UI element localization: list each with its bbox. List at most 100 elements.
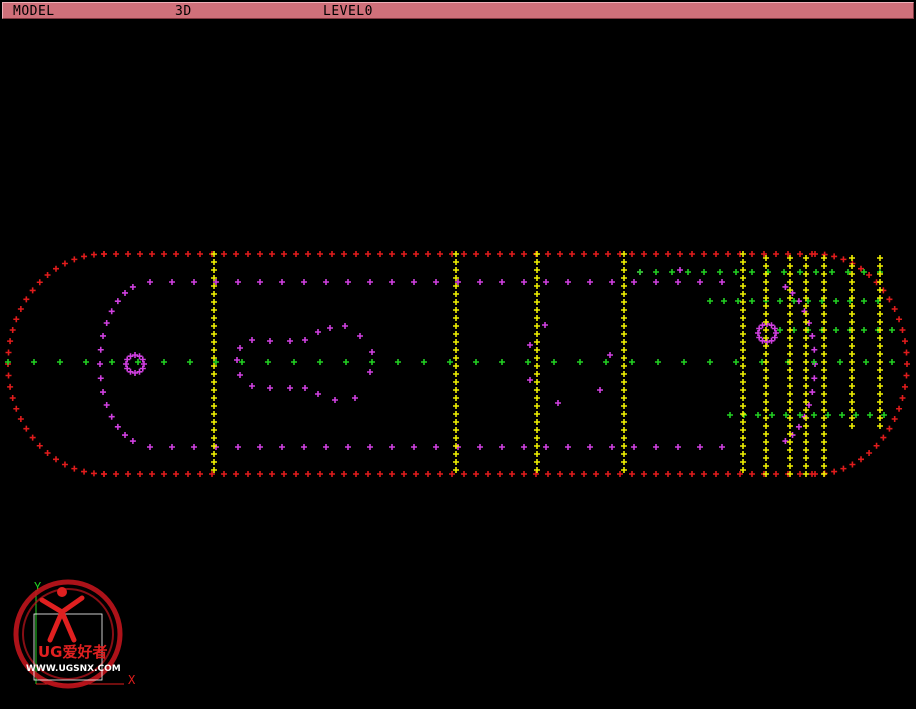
vertical-pass-point [621, 395, 627, 401]
horizontal-pass-point [653, 269, 659, 275]
vertical-pass-point [877, 255, 883, 261]
boundary-point [125, 471, 131, 477]
vertical-pass-point [849, 279, 855, 285]
boundary-point [725, 471, 731, 477]
vertical-pass-point [621, 427, 627, 433]
boundary-point [389, 471, 395, 477]
vertical-pass-point [453, 395, 459, 401]
mode-label: 3D [175, 4, 192, 19]
vertical-pass-point [877, 335, 883, 341]
vertical-pass-point [877, 407, 883, 413]
level-label: LEVEL0 [323, 4, 373, 19]
vertical-pass-point [803, 439, 809, 445]
boundary-point [377, 471, 383, 477]
horizontal-pass-point [717, 269, 723, 275]
vertical-pass-point [534, 251, 540, 257]
boundary-point [629, 471, 635, 477]
graphics-viewport[interactable]: Y X UG爱好者 WWW.UGSNX.COM [0, 22, 916, 709]
horizontal-pass-point [889, 327, 895, 333]
vertical-pass-point [849, 335, 855, 341]
boundary-point [521, 251, 527, 257]
vertical-pass-point [621, 315, 627, 321]
boundary-point [23, 296, 30, 303]
horizontal-pass-point [681, 359, 687, 365]
boundary-point [866, 449, 873, 456]
vertical-pass-point [803, 255, 809, 261]
contour-point [771, 334, 778, 341]
contour-point [675, 444, 681, 450]
boundary-point [749, 471, 755, 477]
contour-point [287, 385, 293, 391]
boundary-point [903, 372, 910, 379]
vertical-pass-point [211, 387, 217, 393]
contour-point [773, 330, 779, 336]
boundary-point [149, 471, 155, 477]
contour-point [237, 345, 243, 351]
boundary-point [9, 327, 16, 334]
horizontal-pass-point [839, 412, 845, 418]
boundary-point [44, 272, 51, 279]
contour-point [389, 279, 395, 285]
horizontal-pass-point [721, 298, 727, 304]
boundary-point [90, 470, 97, 477]
vertical-pass-point [621, 323, 627, 329]
vertical-pass-point [740, 363, 746, 369]
contour-point [352, 395, 358, 401]
contour-point [805, 402, 812, 408]
horizontal-pass-point [629, 359, 635, 365]
vertical-pass-point [453, 331, 459, 337]
vertical-pass-point [534, 291, 540, 297]
boundary-point [891, 306, 898, 312]
vertical-pass-point [740, 411, 746, 417]
contour-point [127, 368, 134, 375]
vertical-pass-point [763, 383, 769, 389]
vertical-pass-point [877, 383, 883, 389]
vertical-pass-point [621, 387, 627, 393]
contour-point [123, 361, 129, 367]
contour-point [389, 444, 395, 450]
vertical-pass-point [621, 403, 627, 409]
vertical-pass-point [763, 311, 769, 317]
vertical-pass-point [453, 387, 459, 393]
boundary-point [341, 471, 347, 477]
boundary-point [521, 471, 527, 477]
vertical-pass-point [821, 447, 827, 453]
horizontal-pass-point [863, 359, 869, 365]
vertical-pass-point [787, 383, 793, 389]
vertical-pass-point [740, 299, 746, 305]
vertical-pass-point [787, 303, 793, 309]
boundary-point [173, 251, 179, 257]
vertical-pass-point [803, 399, 809, 405]
boundary-point [858, 265, 864, 272]
horizontal-pass-point [31, 359, 37, 365]
contour-point [768, 322, 775, 329]
vertical-pass-point [621, 363, 627, 369]
vertical-pass-point [849, 255, 855, 261]
boundary-point [353, 251, 359, 257]
vertical-pass-point [740, 259, 746, 265]
boundary-point [461, 251, 467, 257]
horizontal-pass-point [161, 359, 167, 365]
contour-point [257, 444, 263, 450]
contour-point [411, 279, 417, 285]
vertical-pass-point [621, 371, 627, 377]
horizontal-pass-point [187, 359, 193, 365]
contour-point [543, 279, 549, 285]
boundary-point [389, 251, 395, 257]
boundary-point [7, 383, 14, 390]
horizontal-pass-point [727, 412, 733, 418]
contour-point [677, 267, 683, 273]
vertical-pass-point [763, 375, 769, 381]
vertical-pass-point [740, 275, 746, 281]
boundary-point [831, 253, 838, 260]
horizontal-pass-point [783, 412, 789, 418]
vertical-pass-point [211, 411, 217, 417]
contour-point [302, 337, 308, 343]
boundary-point [36, 279, 43, 286]
boundary-point [812, 471, 818, 477]
graphics-canvas[interactable]: Y X UG爱好者 WWW.UGSNX.COM [0, 22, 916, 709]
vertical-pass-point [740, 331, 746, 337]
boundary-point [581, 251, 587, 257]
contour-point [139, 365, 146, 372]
boundary-point [29, 434, 36, 441]
